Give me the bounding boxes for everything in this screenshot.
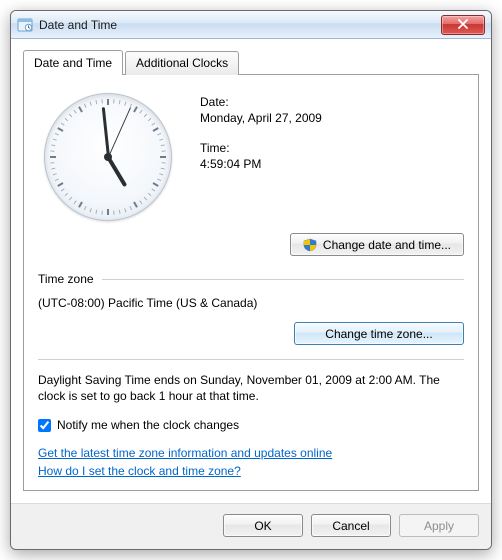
clock-tick: [69, 197, 72, 201]
time-value: 4:59:04 PM: [200, 157, 464, 171]
clock-tick: [61, 123, 65, 126]
clock-tick: [113, 211, 114, 215]
close-button[interactable]: [441, 15, 485, 35]
clock-tick: [84, 206, 87, 210]
clock-tick: [162, 162, 166, 163]
clock-tick: [90, 208, 92, 212]
clock-tick: [65, 118, 69, 121]
clock-tick: [50, 150, 54, 151]
clock-tick: [133, 202, 138, 208]
clock-tick: [101, 211, 102, 215]
clock-tick: [65, 193, 69, 196]
analog-clock: [38, 89, 178, 221]
checkbox-label: Notify me when the clock changes: [57, 418, 239, 432]
clock-tick: [53, 139, 57, 141]
clock-tick: [139, 200, 142, 204]
clock-tick: [107, 99, 109, 105]
clock-tick: [139, 110, 142, 114]
button-label: Change date and time...: [323, 238, 451, 252]
clock-tick: [95, 210, 97, 214]
clock-tick: [119, 100, 121, 104]
clock-tick: [153, 182, 159, 187]
clock-tick: [151, 188, 155, 191]
close-icon: [458, 18, 468, 32]
clock-tick: [124, 208, 126, 212]
tab-additional-clocks[interactable]: Additional Clocks: [125, 51, 239, 75]
clock-tick: [148, 118, 152, 121]
link-timezone-updates[interactable]: Get the latest time zone information and…: [38, 446, 332, 460]
tab-page-date-and-time: Date: Monday, April 27, 2009 Time: 4:59:…: [23, 74, 479, 491]
clock-tick: [74, 200, 77, 204]
date-label: Date:: [200, 95, 464, 109]
clock-tick: [119, 210, 121, 214]
clock-tick: [78, 106, 83, 112]
clock-tick: [101, 99, 102, 103]
uac-shield-icon: [303, 238, 317, 252]
change-date-time-button[interactable]: Change date and time...: [290, 233, 464, 256]
date-time-app-icon: [17, 17, 33, 33]
change-time-zone-button[interactable]: Change time zone...: [294, 322, 464, 345]
clock-tick: [161, 168, 165, 170]
clock-tick: [107, 209, 109, 215]
ok-button[interactable]: OK: [223, 514, 303, 537]
clock-tick: [61, 188, 65, 191]
clock-tick: [53, 173, 57, 175]
clock-tick: [95, 100, 97, 104]
dialog-button-row: OK Cancel Apply: [11, 503, 491, 549]
clock-tick: [148, 193, 152, 196]
divider: [38, 359, 464, 360]
clock-tick: [159, 173, 163, 175]
button-label: Change time zone...: [325, 327, 432, 341]
clock-tick: [162, 150, 166, 151]
clock-tick: [144, 197, 147, 201]
clock-tick: [51, 144, 55, 146]
clock-tick: [50, 156, 56, 158]
clock-tick: [130, 206, 133, 210]
cancel-button[interactable]: Cancel: [311, 514, 391, 537]
clock-tick: [50, 162, 54, 163]
tabstrip: Date and Time Additional Clocks: [23, 49, 479, 74]
clock-tick: [157, 133, 161, 136]
clock-tick: [57, 127, 63, 132]
clock-tick: [78, 202, 83, 208]
clock-tick: [124, 102, 126, 106]
clock-tick: [90, 102, 92, 106]
clock-tick: [160, 156, 166, 158]
date-value: Monday, April 27, 2009: [200, 111, 464, 125]
clock-tick: [144, 114, 147, 118]
tab-date-and-time[interactable]: Date and Time: [23, 50, 123, 75]
apply-button[interactable]: Apply: [399, 514, 479, 537]
tab-label: Additional Clocks: [136, 56, 228, 70]
divider: [102, 279, 464, 280]
window-title: Date and Time: [39, 18, 441, 32]
timezone-value: (UTC-08:00) Pacific Time (US & Canada): [38, 296, 464, 310]
clock-tick: [51, 168, 55, 170]
time-label: Time:: [200, 141, 464, 155]
clock-tick: [161, 144, 165, 146]
date-time-dialog: Date and Time Date and Time Additional C…: [10, 10, 492, 550]
clock-tick: [113, 99, 114, 103]
link-help-set-clock[interactable]: How do I set the clock and time zone?: [38, 464, 241, 478]
dst-description: Daylight Saving Time ends on Sunday, Nov…: [38, 372, 464, 404]
clock-tick: [57, 182, 63, 187]
clock-tick: [55, 133, 59, 136]
clock-tick: [74, 110, 77, 114]
clock-tick: [157, 179, 161, 182]
clock-tick: [133, 106, 138, 112]
clock-tick: [159, 139, 163, 141]
clock-tick: [151, 123, 155, 126]
client-area: Date and Time Additional Clocks: [11, 39, 491, 503]
tab-label: Date and Time: [34, 56, 112, 70]
titlebar[interactable]: Date and Time: [11, 11, 491, 39]
notify-clock-change-checkbox[interactable]: [38, 419, 51, 432]
clock-tick: [153, 127, 159, 132]
notify-clock-change-row[interactable]: Notify me when the clock changes: [38, 418, 464, 432]
clock-tick: [55, 179, 59, 182]
clock-tick: [84, 104, 87, 108]
clock-tick: [69, 114, 72, 118]
timezone-section-header: Time zone: [38, 272, 94, 286]
